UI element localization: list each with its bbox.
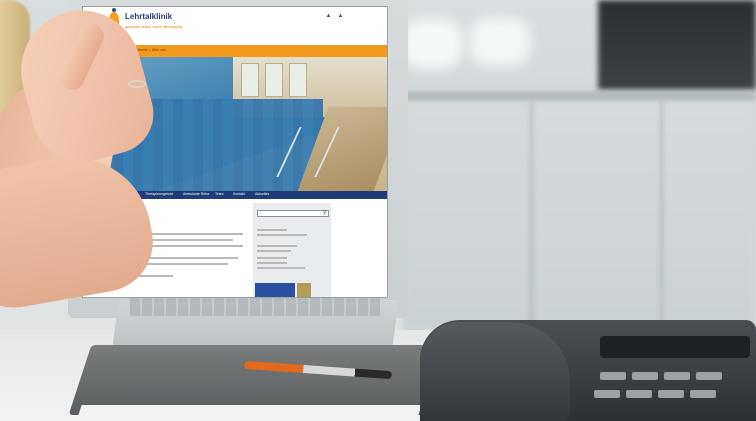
- nav-item[interactable]: Ambulante Reha: [183, 192, 209, 196]
- logo-title: Lehrtalklinik: [125, 12, 173, 21]
- text-line: [257, 262, 287, 264]
- phone-key: [626, 390, 652, 398]
- text-line: [257, 229, 287, 231]
- search-icon[interactable]: ⚲: [323, 210, 327, 216]
- text-line: [257, 234, 307, 236]
- print-icon: ▲: [325, 13, 332, 19]
- text-line: [257, 250, 291, 252]
- nav-item[interactable]: Team: [215, 192, 224, 196]
- pool-window: [289, 63, 307, 97]
- pool-window: [265, 63, 283, 97]
- phone-key: [658, 390, 684, 398]
- cabinet-divider: [530, 102, 533, 332]
- text-line: [257, 245, 297, 247]
- nav-item[interactable]: Kontakt: [233, 192, 245, 196]
- background-window: [470, 18, 530, 66]
- notebook-pages: [78, 405, 422, 415]
- phone-display: [600, 336, 750, 358]
- phone-key: [594, 390, 620, 398]
- background-shelf: [400, 92, 756, 102]
- sidebar-badge-image[interactable]: [297, 283, 311, 297]
- background-cabinet: [402, 102, 756, 332]
- nav-item[interactable]: Therapieangebote: [145, 192, 173, 196]
- phone-key: [600, 372, 626, 380]
- phone-key: [696, 372, 722, 380]
- cabinet-divider: [660, 102, 663, 332]
- nav-item[interactable]: Aktuelles: [255, 192, 269, 196]
- ring: [128, 80, 146, 88]
- search-input[interactable]: [257, 210, 329, 217]
- pool-window: [241, 63, 259, 97]
- background-window: [402, 20, 462, 68]
- text-line: [257, 257, 287, 259]
- text-line: [257, 267, 305, 269]
- mail-icon: ▲: [337, 13, 344, 19]
- phone-key: [664, 372, 690, 380]
- sidebar-badge-image[interactable]: [255, 283, 295, 297]
- logo-subtitle: gesunde leben durch Bewegung: [125, 24, 183, 29]
- phone-key: [690, 390, 716, 398]
- phone-handset: [420, 322, 570, 421]
- phone-key: [632, 372, 658, 380]
- background-dark-object: [598, 0, 756, 90]
- office-photo: Lehrtalklinik gesunde leben durch Bewegu…: [0, 0, 756, 421]
